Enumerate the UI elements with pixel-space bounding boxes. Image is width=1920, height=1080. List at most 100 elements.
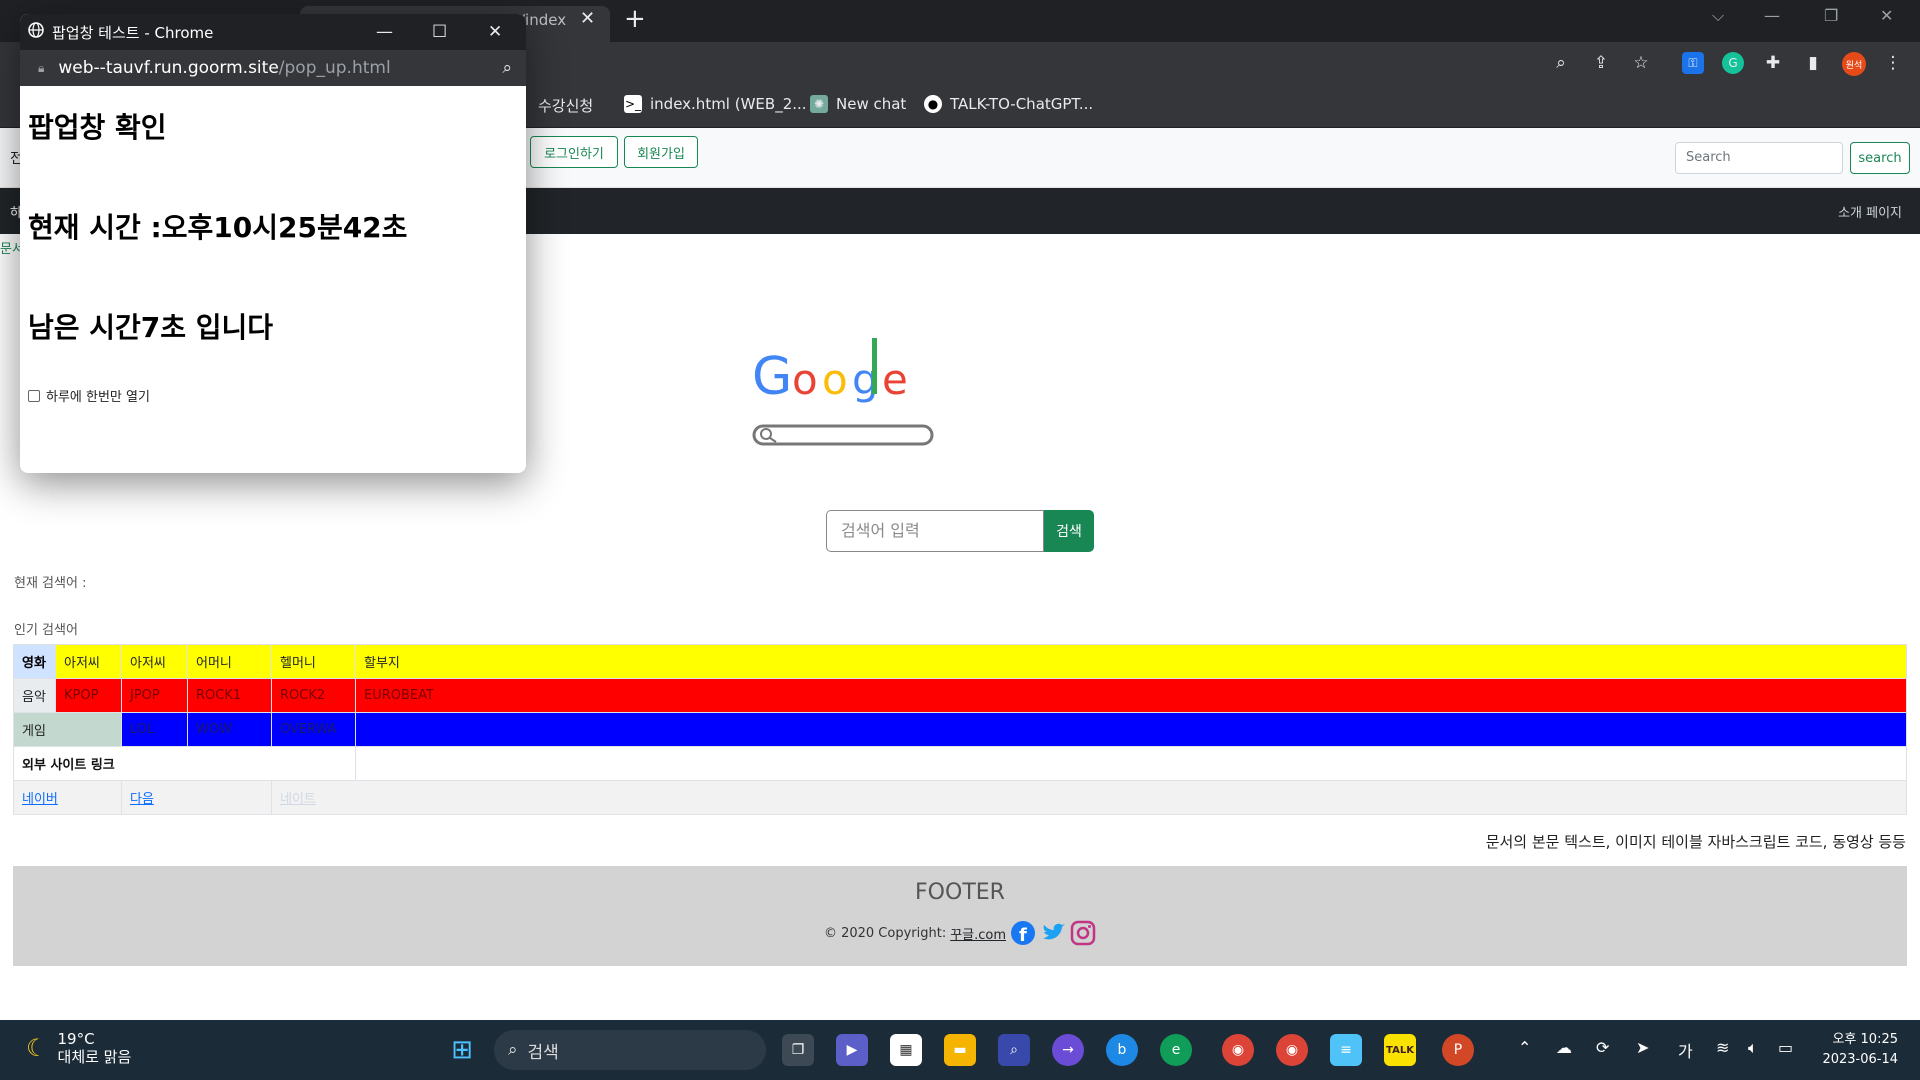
popular-keyword-table: 영화 아저씨 아저씨 어머니 헬머니 할부지 음악 KPOP JPOP ROCK… [13,644,1907,815]
side-panel-icon[interactable]: ▮ [1802,52,1824,74]
store-icon[interactable]: ▦ [890,1034,922,1066]
about-page-link[interactable]: 소개 페이지 [1838,202,1902,221]
signup-button[interactable]: 회원가입 [624,136,698,168]
clock-date: 2023-06-14 [1822,1052,1898,1067]
bookmark-label: index.html (WEB_2... [650,95,807,113]
github-icon: ● [924,95,942,113]
kakaotalk-icon[interactable]: TALK [1384,1034,1416,1066]
popup-url-host: web--tauvf.run.goorm.site [58,58,279,78]
table-row-header: 게임 [13,712,122,747]
popup-maximize-icon[interactable]: ☐ [432,22,447,42]
daum-link[interactable]: 다음 [130,792,154,807]
popup-remaining-time: 남은 시간7초 입니다 [28,311,274,344]
bookmark-label: 수강신청 [538,97,594,115]
twitter-icon[interactable] [1040,920,1066,946]
table-cell: JPOP [121,678,188,713]
chrome-icon[interactable]: ◉ [1222,1034,1254,1066]
popup-close-icon[interactable]: ✕ [488,22,502,42]
popup-zoom-icon[interactable]: ⌕ [502,58,512,78]
popup-minimize-icon[interactable]: — [376,22,393,42]
new-tab-button[interactable]: + [624,4,646,34]
grammarly-icon[interactable]: G [1722,52,1744,74]
popup-title-bar: 팝업창 테스트 - Chrome — ☐ ✕ [20,14,526,50]
nate-link[interactable]: 네이트 [280,792,316,807]
navbar-search-button[interactable]: search [1850,142,1910,174]
google-logo-drawing: G o o g e [752,338,934,446]
login-button[interactable]: 로그인하기 [530,136,618,168]
table-cell: 네이버 [13,780,122,815]
bookmark-item[interactable]: >_ index.html (WEB_2... [624,95,807,113]
app-icon[interactable]: ⌕ [998,1034,1030,1066]
password-manager-icon[interactable]: ⚿ [1682,52,1704,74]
svg-text:G: G [752,347,792,407]
tab-search-icon[interactable]: ⌵ [1712,6,1724,26]
battery-icon[interactable]: ▭ [1778,1038,1793,1057]
taskbar-search[interactable]: ⌕ 검색 [494,1030,766,1070]
table-cell [355,746,1907,781]
lock-icon: 🔒︎ [38,60,45,75]
table-cell: 아저씨 [55,644,122,679]
main-search-button[interactable]: 검색 [1044,510,1094,552]
wifi-icon[interactable]: ≋ [1716,1038,1729,1057]
task-view-icon[interactable]: ❐ [782,1034,814,1066]
table-row: 음악 KPOP JPOP ROCK1 ROCK2 EUROBEAT [13,678,1907,713]
popup-address-bar[interactable]: 🔒︎ web--tauvf.run.goorm.site/pop_up.html… [20,50,526,86]
teams-icon[interactable]: ▶ [836,1034,868,1066]
restore-icon[interactable]: ❐ [1824,6,1838,25]
chevron-up-icon[interactable]: ⌃ [1518,1038,1531,1057]
external-links-header: 외부 사이트 링크 [13,746,356,781]
bookmark-item[interactable]: ● TALK-TO-ChatGPT... [924,95,1093,113]
app-icon[interactable]: → [1052,1034,1084,1066]
tab-title: /index [520,11,567,29]
table-cell: 할부지 [355,644,1907,679]
checkbox-icon[interactable] [28,389,40,402]
site-link[interactable]: 꾸글.com [950,924,1006,943]
instagram-icon[interactable] [1070,920,1096,946]
send-icon[interactable]: ➤ [1636,1038,1649,1057]
svg-text:f: f [1019,925,1027,946]
edge-icon[interactable]: e [1160,1034,1192,1066]
profile-avatar[interactable]: 원석 [1842,52,1866,76]
bookmark-label: New chat [836,95,907,113]
bookmark-star-icon[interactable]: ☆ [1630,52,1652,74]
mute-icon[interactable]: 🔈︎ [1748,1038,1758,1058]
popup-window-title: 팝업창 테스트 - Chrome [52,23,214,42]
table-cell [355,712,1907,747]
bing-icon[interactable]: b [1106,1034,1138,1066]
bookmark-item[interactable]: ✺ New chat [810,95,906,113]
sync-icon[interactable]: ⟳ [1596,1038,1609,1057]
body-description-text: 문서의 본문 텍스트, 이미지 테이블 자바스크립트 코드, 동영상 등등 [1485,833,1906,851]
naver-link[interactable]: 네이버 [22,792,58,807]
facebook-icon[interactable]: f [1010,920,1036,946]
checkbox-label: 하루에 한번만 열기 [46,390,150,405]
tab-close-icon[interactable]: ✕ [580,8,595,29]
menu-icon[interactable]: ⋮ [1882,52,1904,74]
navbar-search-input[interactable]: Search [1675,142,1843,174]
table-cell: 헬머니 [271,644,356,679]
file-explorer-icon[interactable]: ▬ [944,1034,976,1066]
system-clock[interactable]: 오후 10:25 2023-06-14 [1822,1030,1898,1070]
windows-start-icon[interactable]: ⊞ [446,1034,478,1066]
main-search-input[interactable]: 검색어 입력 [826,510,1044,552]
weather-widget[interactable]: ☾ 19°C 대체로 맑음 [26,1030,131,1066]
moon-icon: ☾ [26,1034,48,1062]
close-window-icon[interactable]: ✕ [1880,6,1893,25]
extensions-icon[interactable]: ✚ [1762,52,1784,74]
powerpoint-icon[interactable]: P [1442,1034,1474,1066]
table-cell: 아저씨 [121,644,188,679]
popup-heading: 팝업창 확인 [28,111,167,144]
share-icon[interactable]: ⇪ [1590,52,1612,74]
zoom-icon[interactable]: ⌕ [1550,52,1572,74]
copyright-text: © 2020 Copyright: [823,925,947,941]
once-a-day-checkbox[interactable]: 하루에 한번만 열기 [28,386,518,405]
ime-indicator[interactable]: 가 [1678,1038,1693,1062]
notepad-icon[interactable]: ≡ [1330,1034,1362,1066]
popup-current-time: 현재 시간 :오후10시25분42초 [28,211,408,244]
onedrive-icon[interactable]: ☁ [1556,1038,1572,1057]
table-row-header: 영화 [13,644,56,679]
taskbar-search-label: 검색 [527,1042,559,1063]
table-cell: EUROBEAT [355,678,1907,713]
chrome-icon[interactable]: ◉ [1276,1034,1308,1066]
openai-icon: ✺ [810,95,828,113]
minimize-icon[interactable]: — [1764,6,1780,25]
